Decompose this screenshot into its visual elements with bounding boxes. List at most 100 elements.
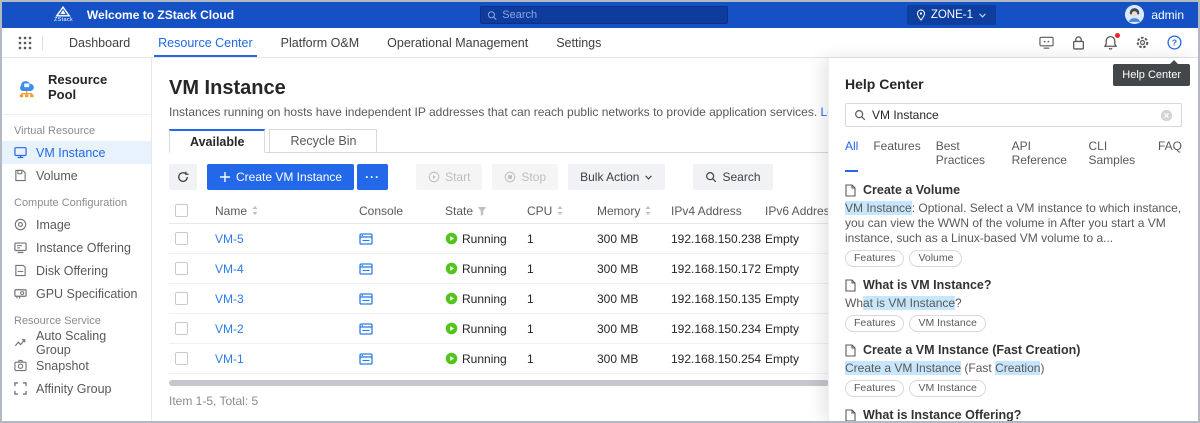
tab-available[interactable]: Available bbox=[169, 129, 265, 153]
help-result-title[interactable]: Create a Volume bbox=[845, 183, 1182, 197]
result-tag[interactable]: Features bbox=[845, 250, 904, 267]
console-window-icon[interactable] bbox=[1039, 35, 1054, 50]
app-launcher-icon[interactable] bbox=[18, 36, 32, 50]
stop-button[interactable]: Stop bbox=[492, 164, 558, 190]
vm-name-link[interactable]: VM-2 bbox=[215, 322, 244, 336]
result-tag[interactable]: VM Instance bbox=[909, 315, 985, 332]
sort-icon[interactable] bbox=[644, 205, 652, 216]
nav-item-settings[interactable]: Settings bbox=[542, 28, 615, 57]
create-vm-button[interactable]: Create VM Instance bbox=[207, 164, 354, 190]
column-header-cpu[interactable]: CPU bbox=[527, 204, 597, 218]
help-search[interactable] bbox=[845, 103, 1182, 127]
refresh-button[interactable] bbox=[169, 164, 197, 190]
filter-icon[interactable] bbox=[477, 206, 487, 216]
row-checkbox[interactable] bbox=[175, 262, 188, 275]
global-search-input[interactable] bbox=[502, 9, 721, 21]
help-result-title[interactable]: Create a VM Instance (Fast Creation) bbox=[845, 343, 1182, 357]
help-search-input[interactable] bbox=[872, 108, 1154, 122]
highlighted-text: Creation bbox=[995, 361, 1040, 375]
result-tag[interactable]: Features bbox=[845, 380, 904, 397]
nav-item-resource-center[interactable]: Resource Center bbox=[144, 28, 267, 57]
column-header-state[interactable]: State bbox=[445, 204, 527, 218]
vm-name-link[interactable]: VM-5 bbox=[215, 232, 244, 246]
resource-pool-header[interactable]: Resource Pool bbox=[2, 58, 151, 115]
table-row: VM-4 Running 1 300 MB 192.168.150.172 Em… bbox=[169, 254, 875, 284]
row-checkbox[interactable] bbox=[175, 322, 188, 335]
ipv4-value: 192.168.150.135 bbox=[671, 292, 761, 306]
column-label: IPv4 Address bbox=[671, 204, 742, 218]
state-label: Running bbox=[462, 352, 507, 366]
running-state-icon bbox=[445, 292, 458, 305]
result-tag[interactable]: VM Instance bbox=[909, 380, 985, 397]
console-icon[interactable] bbox=[359, 292, 373, 306]
help-tab-best-practices[interactable]: Best Practices bbox=[936, 139, 997, 172]
row-checkbox[interactable] bbox=[175, 232, 188, 245]
tab-recycle-bin[interactable]: Recycle Bin bbox=[269, 129, 377, 153]
help-tab-api-reference[interactable]: API Reference bbox=[1012, 139, 1074, 172]
sidebar-item-auto-scaling-group[interactable]: Auto Scaling Group bbox=[2, 331, 151, 354]
sidebar-item-snapshot[interactable]: Snapshot bbox=[2, 354, 151, 377]
sidebar-item-gpu-specification[interactable]: GPU Specification bbox=[2, 282, 151, 305]
ipv4-cell: 192.168.150.172 bbox=[671, 262, 765, 276]
lock-icon[interactable] bbox=[1071, 35, 1086, 50]
more-actions-button[interactable]: ··· bbox=[357, 164, 388, 190]
console-icon[interactable] bbox=[359, 262, 373, 276]
document-icon bbox=[845, 184, 856, 197]
settings-gear-icon[interactable] bbox=[1135, 35, 1150, 50]
cpu-cell: 1 bbox=[527, 352, 597, 366]
row-checkbox[interactable] bbox=[175, 352, 188, 365]
row-checkbox[interactable] bbox=[175, 292, 188, 305]
column-header-ipv4-address[interactable]: IPv4 Address bbox=[671, 204, 765, 218]
sidebar-item-label: Affinity Group bbox=[36, 382, 112, 396]
column-label: Name bbox=[215, 204, 247, 218]
console-cell bbox=[359, 322, 445, 336]
help-result-title[interactable]: What is Instance Offering? bbox=[845, 408, 1182, 422]
help-tab-all[interactable]: All bbox=[845, 139, 858, 172]
help-result-title[interactable]: What is VM Instance? bbox=[845, 278, 1182, 292]
horizontal-scrollbar[interactable] bbox=[169, 380, 829, 386]
zone-selector[interactable]: ZONE-1 bbox=[907, 5, 996, 25]
nav-item-dashboard[interactable]: Dashboard bbox=[55, 28, 144, 57]
help-tab-features[interactable]: Features bbox=[873, 139, 920, 172]
vm-name-link[interactable]: VM-1 bbox=[215, 352, 244, 366]
notification-bell-icon[interactable] bbox=[1103, 35, 1118, 50]
sidebar-item-image[interactable]: Image bbox=[2, 213, 151, 236]
console-icon[interactable] bbox=[359, 232, 373, 246]
sidebar-item-instance-offering[interactable]: Instance Offering bbox=[2, 236, 151, 259]
sidebar-item-disk-offering[interactable]: Disk Offering bbox=[2, 259, 151, 282]
ipv6-value: Empty bbox=[765, 262, 799, 276]
sort-icon[interactable] bbox=[556, 205, 564, 216]
global-search[interactable] bbox=[480, 6, 728, 24]
clear-search-icon[interactable] bbox=[1160, 109, 1173, 122]
result-tag[interactable]: Features bbox=[845, 315, 904, 332]
user-menu[interactable]: admin bbox=[1125, 5, 1184, 24]
sort-icon[interactable] bbox=[251, 205, 259, 216]
table-row: VM-5 Running 1 300 MB 192.168.150.238 Em… bbox=[169, 224, 875, 254]
state-label: Running bbox=[462, 232, 507, 246]
nav-item-operational-management[interactable]: Operational Management bbox=[373, 28, 542, 57]
sidebar-item-volume[interactable]: Volume bbox=[2, 164, 151, 187]
nav-item-platform-o-m[interactable]: Platform O&M bbox=[267, 28, 374, 57]
result-tag[interactable]: Volume bbox=[909, 250, 962, 267]
sidebar-item-vm-instance[interactable]: VM Instance bbox=[2, 141, 151, 164]
column-header-memory[interactable]: Memory bbox=[597, 204, 671, 218]
console-icon[interactable] bbox=[359, 322, 373, 336]
column-header-name[interactable]: Name bbox=[215, 204, 359, 218]
help-circle-icon[interactable]: ? bbox=[1167, 35, 1182, 50]
help-tab-faq[interactable]: FAQ bbox=[1158, 139, 1182, 172]
sidebar-item-affinity-group[interactable]: Affinity Group bbox=[2, 377, 151, 400]
column-header-console[interactable]: Console bbox=[359, 204, 445, 218]
vm-name-link[interactable]: VM-4 bbox=[215, 262, 244, 276]
table-search-button[interactable]: Search bbox=[693, 164, 772, 190]
select-all-checkbox[interactable] bbox=[175, 204, 188, 217]
disk-offering-icon bbox=[14, 264, 27, 277]
highlighted-text: Create a VM Instance bbox=[845, 361, 961, 375]
start-button[interactable]: Start bbox=[416, 164, 482, 190]
console-icon[interactable] bbox=[359, 352, 373, 366]
vm-name-link[interactable]: VM-3 bbox=[215, 292, 244, 306]
console-cell bbox=[359, 262, 445, 276]
bulk-action-button[interactable]: Bulk Action bbox=[568, 164, 665, 190]
help-tab-cli-samples[interactable]: CLI Samples bbox=[1088, 139, 1143, 172]
brand-text: ZStack bbox=[54, 18, 73, 24]
sidebar-item-label: GPU Specification bbox=[36, 287, 137, 301]
